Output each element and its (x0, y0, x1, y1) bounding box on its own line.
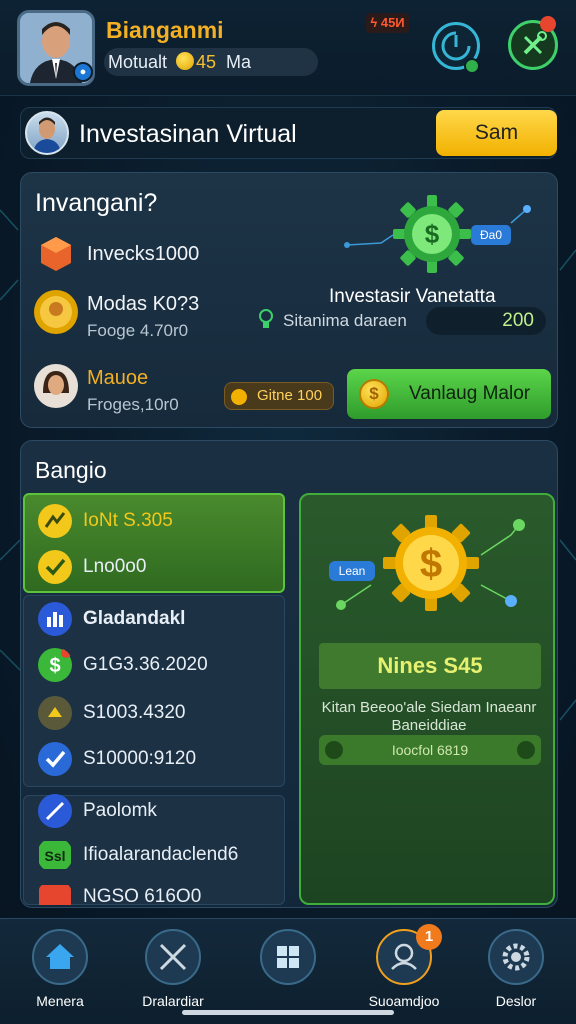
gear-icon (488, 929, 544, 985)
item-title: Mauoe (87, 367, 149, 389)
item-label: Paolomk (83, 800, 157, 821)
compass-icon (38, 794, 72, 828)
nav-home[interactable]: Menera (10, 929, 110, 1013)
nav-dashboard[interactable] (238, 929, 338, 1013)
woman-avatar-icon (34, 364, 78, 408)
crossed-tools-icon (145, 929, 201, 985)
coin-icon: $ (359, 379, 389, 409)
info-tag: Lean (329, 561, 375, 581)
item-label: S10000:9120 (83, 748, 197, 769)
item-subtitle: Fooge 4.70r0 (87, 321, 189, 340)
list-item[interactable]: $ G1G3.36.2020 (37, 645, 277, 685)
balance-unit: Ma (226, 52, 252, 72)
reward-right-icon (517, 741, 535, 759)
info-tag: Ða0 (471, 225, 511, 245)
portfolio-list: IoNt S.305 Lno0o0 Gladandakl $ G1G3.36.2… (23, 493, 285, 905)
check-shield-icon (38, 742, 72, 776)
gold-avatar-icon (34, 290, 78, 334)
coin-icon (231, 389, 247, 405)
nav-settings[interactable]: Deslor (466, 929, 566, 1013)
list-item[interactable]: NGSO 616O0 (37, 877, 277, 905)
investment-card: Invangani? Invecks1000 Modas K0?3 Fooge … (20, 172, 558, 428)
home-indicator[interactable] (182, 1010, 394, 1015)
nav-label: Deslor (495, 993, 537, 1009)
list-item[interactable]: IoNt S.305 (37, 501, 277, 541)
list-item[interactable]: S1003.4320 (37, 693, 277, 733)
balance-label: Motualt (108, 52, 168, 72)
bottom-navigation: Menera Dralardiar Suoamdjoo Deslor (0, 918, 576, 1024)
section-title: Gladandakl (83, 608, 186, 629)
nav-label: Menera (36, 993, 84, 1009)
banner-avatar (25, 111, 69, 155)
status-label: Sitanima daraen (283, 311, 407, 330)
status-dot-icon (464, 58, 480, 74)
list-item[interactable]: Ssl Ifioalarandaclend6 (37, 835, 277, 875)
portfolio-card: Bangio IoNt S.305 Lno0o0 Gladandakl $ G1… (20, 440, 558, 908)
item-label: NGSO 616O0 (83, 886, 202, 905)
list-item[interactable]: Lno0o0 (37, 547, 277, 587)
svg-text:$: $ (420, 542, 442, 586)
status-value: 200 (426, 307, 546, 335)
svg-text:$: $ (49, 655, 60, 677)
banner-action-button[interactable]: Sam (436, 110, 557, 156)
grid-icon (260, 929, 316, 985)
notification-dot-icon (540, 16, 556, 32)
nav-label: Dralardiar (142, 993, 204, 1009)
svg-text:Ssl: Ssl (44, 848, 65, 864)
reward-description: Kitan Beeoo'ale Siedam Inaeanr Baneiddia… (321, 699, 537, 734)
reward-panel[interactable]: $ Lean Nines S45 Kitan Beeoo'ale Siedam … (299, 493, 555, 905)
card-icon (39, 885, 71, 905)
balance-value: 45 (196, 52, 217, 72)
card-title: Bangio (35, 457, 107, 483)
item-title: Invecks1000 (87, 243, 200, 265)
item-label: Lno0o0 (83, 556, 147, 577)
user-name: Bianganmi (106, 17, 224, 43)
box-icon (41, 237, 71, 271)
coin-icon (176, 52, 194, 70)
list-item[interactable]: Paolomk (37, 791, 277, 831)
item-subtitle: Froges,10r0 (87, 395, 179, 414)
home-icon (32, 929, 88, 985)
trend-icon (38, 504, 72, 538)
notification-badge: 1 (416, 924, 442, 950)
section-header[interactable]: Gladandakl (37, 599, 277, 639)
network-lines-icon (344, 205, 531, 248)
online-badge-icon: ● (73, 62, 93, 82)
gold-dollar-coin-icon: $ (383, 515, 479, 611)
top-header: ● Bianganmi Motualt 45 Ma ϟ 45И (0, 0, 576, 96)
reward-title: Nines S45 (319, 643, 541, 689)
item-label: Ifioalarandaclend6 (83, 844, 239, 865)
reward-left-icon (325, 741, 343, 759)
card-title: Invangani? (35, 189, 158, 217)
chart-icon (38, 602, 72, 636)
check-icon (38, 550, 72, 584)
item-label: S1003.4320 (83, 702, 186, 723)
reward-code-pill[interactable]: Ioocfol 6819 (319, 735, 541, 765)
nav-label: Suoamdjoo (368, 993, 440, 1009)
hand-icon (38, 696, 72, 730)
item-label: G1G3.36.2020 (83, 654, 208, 675)
investment-banner: Investasinan Virtual Sam (20, 107, 557, 159)
banner-title: Investasinan Virtual (79, 120, 297, 148)
investment-subtitle: Investasir Vanetatta (329, 286, 496, 307)
item-label: IoNt S.305 (83, 510, 173, 531)
dollar-icon: $ (38, 648, 72, 682)
wallet-icon: Ssl (39, 841, 71, 869)
header-counter-badge: ϟ 45И (366, 13, 409, 33)
nav-tools[interactable]: Dralardiar (123, 929, 223, 1013)
list-item[interactable]: S10000:9120 (37, 739, 277, 779)
item-title: Modas K0?3 (87, 293, 200, 315)
balance-pill[interactable]: Motualt 45 Ma (104, 48, 318, 76)
bulb-icon (259, 309, 273, 328)
reward-code: Ioocfol 6819 (391, 742, 469, 758)
